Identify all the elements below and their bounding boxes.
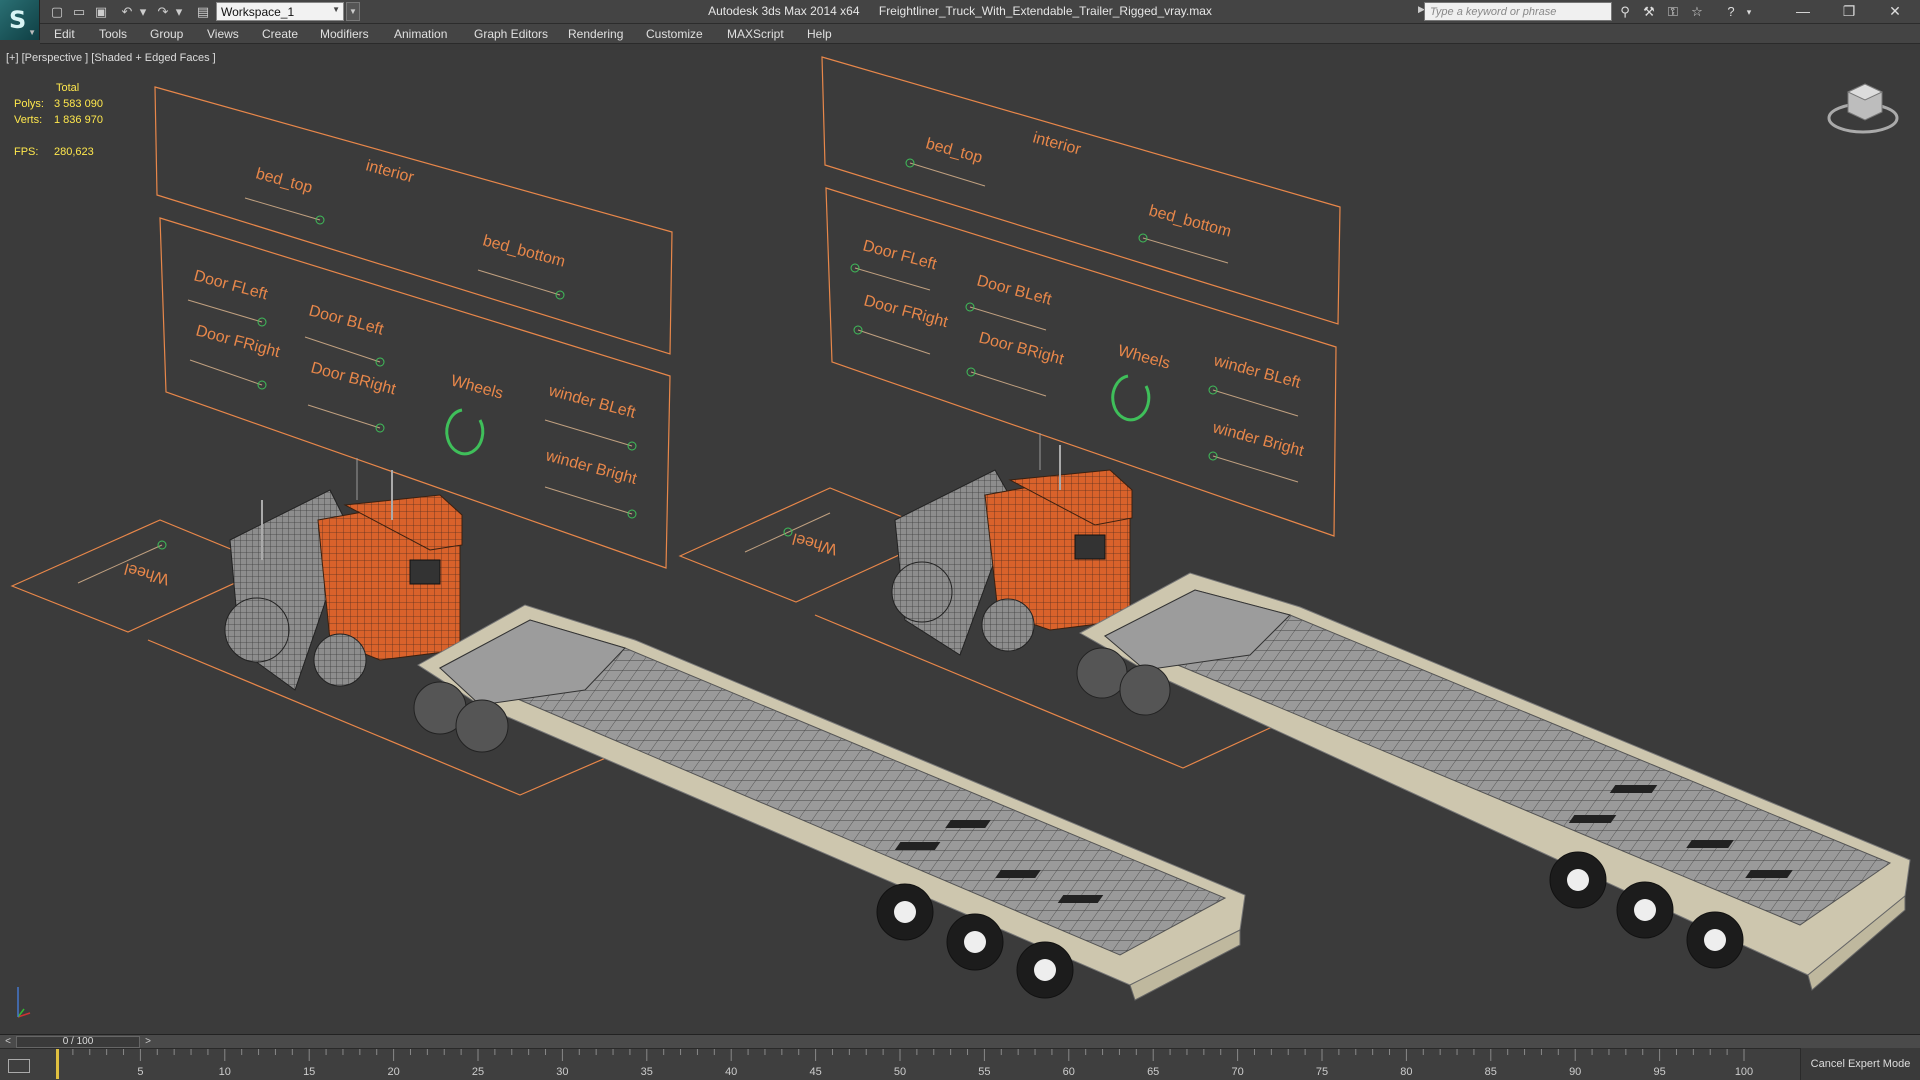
menu-rendering[interactable]: Rendering [568,27,623,41]
label-interior[interactable]: interior [364,157,416,186]
tick-label: 5 [137,1066,143,1078]
tick-label: 30 [556,1066,568,1078]
label-door-fleft-right[interactable]: Door FLeft [861,237,939,273]
app-name: Autodesk 3ds Max 2014 x64 [708,4,860,18]
label-interior-right[interactable]: interior [1031,129,1083,158]
menu-maxscript[interactable]: MAXScript [727,27,784,41]
label-door-bright-right[interactable]: Door BRight [977,329,1066,368]
label-door-bleft[interactable]: Door BLeft [307,302,386,338]
tick-label: 10 [219,1066,231,1078]
menu-views[interactable]: Views [207,27,239,41]
file-name: Freightliner_Truck_With_Extendable_Trail… [878,4,1212,18]
tick-label: 15 [303,1066,315,1078]
communication-icon[interactable]: ⚿ [1664,3,1682,21]
menu-customize[interactable]: Customize [646,27,703,41]
label-winder-bleft-right[interactable]: winder BLeft [1211,352,1303,392]
menu-group[interactable]: Group [150,27,183,41]
rig-panel-top-left[interactable] [154,86,673,355]
current-frame-marker[interactable] [56,1049,59,1079]
restore-button[interactable]: ❐ [1826,0,1872,24]
time-slider-bar: < 0 / 100 > [0,1034,1920,1048]
tick-label: 45 [809,1066,821,1078]
track-ticks: 0510152025303540455055606570758085909510… [56,1049,1753,1079]
app-menu-button[interactable]: S ▼ [0,0,40,40]
rig-panel-top-right[interactable] [821,56,1341,325]
favorites-star-icon[interactable]: ☆ [1688,3,1706,21]
label-door-fright[interactable]: Door FRight [194,322,282,361]
scene-canvas[interactable]: bed_top interior bed_bottom Door FLeft D… [0,50,1920,1034]
tick-label: 40 [725,1066,737,1078]
axis-gizmo [17,987,31,1018]
tick-label: 95 [1653,1066,1665,1078]
wheels-rotate-control-right[interactable] [1111,374,1151,422]
cancel-expert-mode-button[interactable]: Cancel Expert Mode [1800,1048,1920,1080]
label-door-bleft-right[interactable]: Door BLeft [975,272,1054,308]
tools-icon[interactable]: ⚒ [1640,3,1658,21]
tick-label: 85 [1485,1066,1497,1078]
label-bed-top[interactable]: bed_top [254,165,314,196]
help-dropdown-icon[interactable]: ▾ [1740,3,1758,21]
tick-label: 35 [641,1066,653,1078]
time-prev-button[interactable]: < [0,1035,16,1049]
tick-label: 20 [387,1066,399,1078]
tick-label: 70 [1231,1066,1243,1078]
tick-label: 55 [978,1066,990,1078]
close-button[interactable]: ✕ [1872,0,1918,24]
truck-cab-left [224,470,463,691]
chevron-down-icon: ▼ [28,28,36,37]
wheels-rotate-control[interactable] [445,408,485,456]
menu-animation[interactable]: Animation [394,27,447,41]
minimize-button[interactable]: — [1780,0,1826,24]
title-bar: S ▼ ▢ ▭ ▣ ↶ ▾ ↷ ▾ ▤ Workspace_1 ▼ ▼ Auto… [0,0,1920,40]
menu-tools[interactable]: Tools [99,27,127,41]
menu-bar: Edit Tools Group Views Create Modifiers … [40,24,1920,44]
tick-label: 25 [472,1066,484,1078]
label-door-fleft[interactable]: Door FLeft [192,267,270,303]
truck-cab-right [891,445,1133,656]
label-door-bright[interactable]: Door BRight [309,359,398,398]
label-bed-bottom[interactable]: bed_bottom [481,232,567,270]
track-bar-icon[interactable] [8,1059,30,1073]
label-door-fright-right[interactable]: Door FRight [862,292,950,331]
viewcube[interactable] [1827,83,1899,134]
menu-modifiers[interactable]: Modifiers [320,27,369,41]
menu-create[interactable]: Create [262,27,298,41]
label-winder-bleft[interactable]: winder BLeft [546,382,638,422]
tick-label: 75 [1316,1066,1328,1078]
menu-graph-editors[interactable]: Graph Editors [474,27,548,41]
time-next-button[interactable]: > [140,1035,156,1049]
menu-edit[interactable]: Edit [54,27,75,41]
search-input[interactable]: Type a keyword or phrase [1424,2,1612,21]
help-icon[interactable]: ? [1722,3,1740,21]
binoculars-icon[interactable]: ⚲ [1616,3,1634,21]
tick-label: 100 [1735,1066,1753,1078]
menu-help[interactable]: Help [807,27,832,41]
time-slider[interactable]: 0 / 100 [16,1036,140,1048]
tick-label: 50 [894,1066,906,1078]
tick-label: 65 [1147,1066,1159,1078]
track-bar[interactable]: 0510152025303540455055606570758085909510… [0,1048,1920,1080]
label-wheel-right[interactable]: Wheel [791,529,839,557]
tick-label: 60 [1063,1066,1075,1078]
label-winder-bright-right[interactable]: winder Bright [1210,419,1306,460]
perspective-viewport[interactable]: [+] [Perspective ] [Shaded + Edged Faces… [0,50,1920,1034]
label-wheels[interactable]: Wheels [449,372,505,402]
tick-label: 90 [1569,1066,1581,1078]
label-wheel[interactable]: Wheel [123,559,171,587]
tick-label: 80 [1400,1066,1412,1078]
label-winder-bright[interactable]: winder Bright [543,447,639,488]
app-logo-icon: S [9,6,27,34]
label-wheels-right[interactable]: Wheels [1116,342,1172,372]
label-bed-top-right[interactable]: bed_top [924,135,984,166]
label-bed-bottom-right[interactable]: bed_bottom [1147,202,1233,240]
